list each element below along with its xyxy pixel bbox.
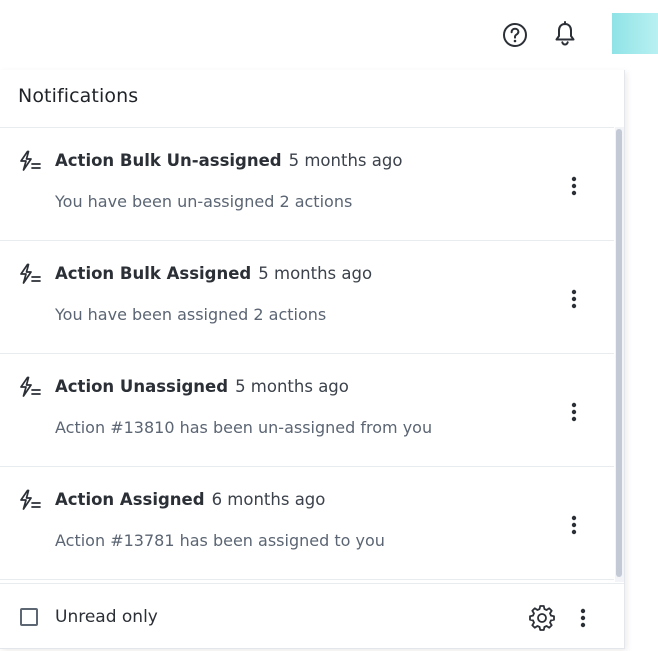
notifications-bell-button[interactable]	[551, 20, 579, 48]
notification-settings-button[interactable]	[528, 604, 556, 632]
notification-title: Action Bulk Assigned 5 months ago	[55, 264, 372, 283]
gear-icon	[529, 605, 555, 631]
kebab-icon	[571, 515, 577, 535]
scrollbar-thumb[interactable]	[616, 129, 622, 577]
list-scrollbar[interactable]	[615, 127, 624, 582]
notification-body: Action #13781 has been assigned to you	[55, 531, 385, 550]
notification-title-text: Action Assigned	[55, 490, 205, 509]
help-button[interactable]	[501, 21, 529, 49]
footer-more-button[interactable]	[572, 606, 594, 630]
panel-title: Notifications	[18, 85, 139, 107]
notification-item[interactable]: Action Bulk Un-assigned 5 months ago You …	[0, 128, 614, 241]
notification-title-text: Action Bulk Assigned	[55, 264, 252, 283]
panel-footer: Unread only	[0, 583, 624, 649]
kebab-icon	[571, 289, 577, 309]
notification-more-button[interactable]	[563, 513, 585, 537]
notification-item[interactable]: Action Unassigned 5 months ago Action #13…	[0, 354, 614, 467]
notification-title: Action Bulk Un-assigned 5 months ago	[55, 151, 402, 170]
notification-more-button[interactable]	[563, 400, 585, 424]
notification-body: You have been assigned 2 actions	[55, 305, 327, 324]
bolt-list-icon	[20, 376, 41, 397]
background-edge	[626, 70, 658, 651]
notification-item[interactable]: Action Bulk Assigned 5 months ago You hav…	[0, 241, 614, 354]
notification-time: 5 months ago	[235, 377, 349, 396]
notifications-panel: Notifications Action Bulk Un-assigned 5 m…	[0, 70, 625, 649]
bell-icon	[555, 21, 575, 46]
notification-item[interactable]: Action Assigned 6 months ago Action #1378…	[0, 467, 614, 580]
kebab-icon	[571, 402, 577, 422]
bolt-list-icon	[20, 263, 41, 284]
notification-body: You have been un-assigned 2 actions	[55, 192, 353, 211]
notification-time: 6 months ago	[211, 490, 326, 509]
notification-title: Action Assigned 6 months ago	[55, 490, 325, 509]
unread-only-checkbox[interactable]	[20, 608, 38, 626]
unread-only-label[interactable]: Unread only	[55, 607, 158, 627]
kebab-icon	[580, 608, 586, 628]
bolt-list-icon	[20, 489, 41, 510]
notification-time: 5 months ago	[288, 151, 403, 170]
help-circle-icon	[503, 23, 527, 47]
top-bar	[0, 0, 658, 70]
notifications-list[interactable]: Action Bulk Un-assigned 5 months ago You …	[0, 127, 614, 583]
notification-title-text: Action Bulk Un-assigned	[55, 151, 282, 170]
user-avatar-block[interactable]	[612, 13, 658, 54]
notification-body: Action #13810 has been un-assigned from …	[55, 418, 433, 437]
kebab-icon	[571, 176, 577, 196]
notification-time: 5 months ago	[258, 264, 373, 283]
notification-more-button[interactable]	[563, 174, 585, 198]
notification-title-text: Action Unassigned	[55, 377, 229, 396]
bolt-list-icon	[20, 150, 41, 171]
notification-title: Action Unassigned 5 months ago	[55, 377, 349, 396]
notification-more-button[interactable]	[563, 287, 585, 311]
